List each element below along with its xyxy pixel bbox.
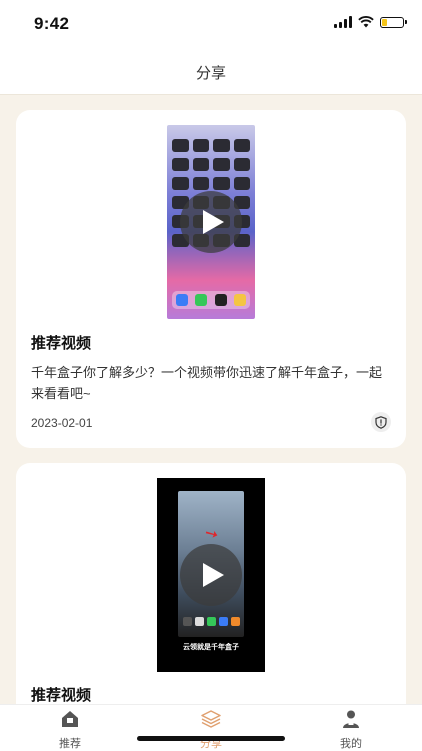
tab-share[interactable]: 分享 bbox=[171, 709, 251, 751]
layers-icon bbox=[201, 710, 221, 728]
tab-bar: 推荐 分享 我的 bbox=[0, 704, 422, 751]
battery-icon bbox=[380, 16, 407, 28]
home-indicator bbox=[137, 736, 285, 741]
shield-alert-icon bbox=[375, 415, 387, 429]
play-icon bbox=[203, 563, 224, 587]
card-description: 千年盒子你了解多少？一个视频带你迅速了解千年盒子，一起来看看吧~ bbox=[31, 365, 383, 401]
status-icons bbox=[334, 16, 407, 28]
card-date: 2023-02-01 bbox=[31, 416, 93, 430]
video-feed[interactable]: 推荐视频 千年盒子你了解多少？一个视频带你迅速了解千年盒子，一起来看看吧~ 20… bbox=[0, 95, 422, 705]
tab-recommend[interactable]: 推荐 bbox=[30, 709, 110, 751]
video-card[interactable]: ➘ 云领就是千年盒子 推荐视频 bbox=[16, 463, 406, 705]
card-title: 推荐视频 bbox=[31, 335, 92, 352]
play-button[interactable] bbox=[180, 191, 242, 253]
report-button[interactable] bbox=[371, 412, 391, 432]
cellular-signal-icon bbox=[334, 16, 352, 28]
home-icon bbox=[62, 711, 78, 727]
play-button[interactable] bbox=[180, 544, 242, 606]
status-bar: 9:42 bbox=[0, 0, 422, 50]
page-title: 分享 bbox=[195, 65, 226, 82]
play-icon bbox=[203, 210, 224, 234]
tab-label: 推荐 bbox=[59, 738, 81, 750]
tab-label: 我的 bbox=[340, 738, 362, 750]
nav-header: 分享 bbox=[0, 50, 422, 95]
card-title: 推荐视频 bbox=[31, 687, 92, 704]
tab-mine[interactable]: 我的 bbox=[311, 709, 391, 751]
video-caption: 云领就是千年盒子 bbox=[183, 644, 239, 651]
video-card[interactable]: 推荐视频 千年盒子你了解多少？一个视频带你迅速了解千年盒子，一起来看看吧~ 20… bbox=[16, 110, 406, 448]
status-time: 9:42 bbox=[34, 14, 70, 33]
wifi-icon bbox=[358, 16, 374, 28]
user-icon bbox=[343, 710, 359, 728]
